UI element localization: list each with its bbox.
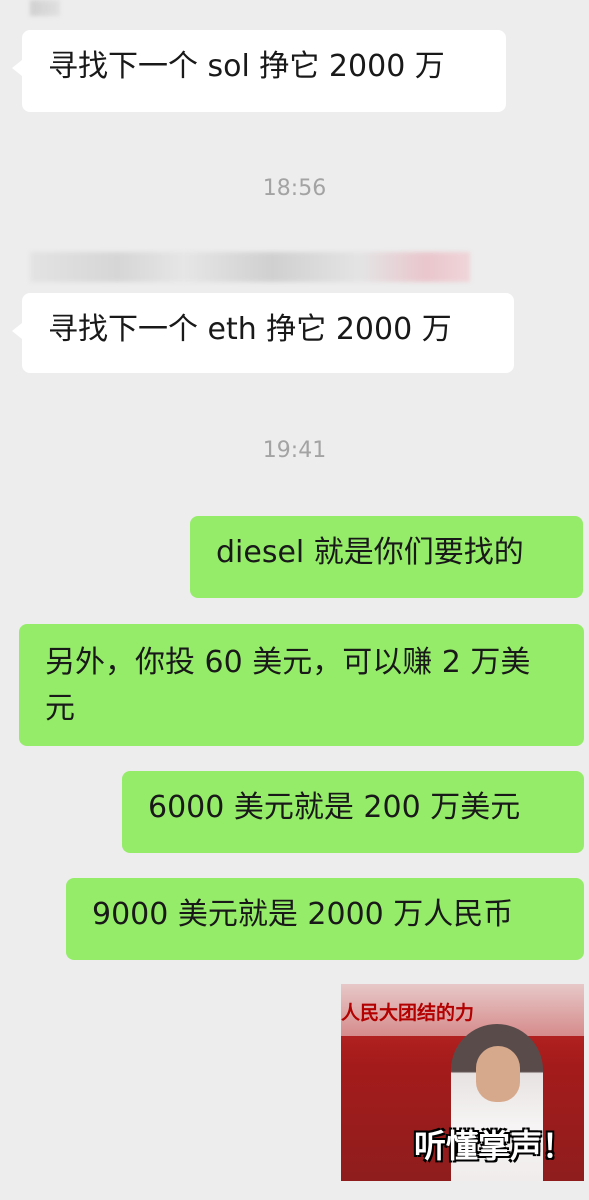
- incoming-message-bubble[interactable]: 寻找下一个 eth 挣它 2000 万: [12, 293, 514, 373]
- sticker-image[interactable]: 人民大团结的力 听懂掌声！: [341, 984, 584, 1181]
- outgoing-message-bubble[interactable]: 6000 美元就是 200 万美元: [122, 771, 584, 853]
- message-text: 9000 美元就是 2000 万人民币: [92, 897, 514, 932]
- sticker-caption: 听懂掌声！: [413, 1127, 574, 1165]
- blurred-sender-name: [30, 252, 470, 282]
- timestamp: 19:41: [262, 438, 327, 463]
- outgoing-message-bubble[interactable]: 9000 美元就是 2000 万人民币: [66, 878, 584, 960]
- sticker-banner-text: 人民大团结的力: [341, 1002, 475, 1024]
- message-text: 另外，你投 60 美元，可以赚 2 万美元: [45, 645, 531, 726]
- message-text: 寻找下一个 sol 挣它 2000 万: [48, 49, 445, 84]
- outgoing-message-bubble[interactable]: 另外，你投 60 美元，可以赚 2 万美元: [19, 624, 584, 746]
- message-text: 寻找下一个 eth 挣它 2000 万: [48, 312, 452, 347]
- outgoing-message-bubble[interactable]: diesel 就是你们要找的: [190, 516, 583, 598]
- blurred-sender-name: [30, 0, 60, 16]
- sticker-face: [476, 1046, 520, 1102]
- message-text: diesel 就是你们要找的: [216, 535, 524, 570]
- message-text: 6000 美元就是 200 万美元: [148, 790, 521, 825]
- incoming-message-bubble[interactable]: 寻找下一个 sol 挣它 2000 万: [12, 30, 506, 112]
- timestamp: 18:56: [262, 176, 327, 201]
- sticker-banner: 人民大团结的力: [341, 984, 584, 1036]
